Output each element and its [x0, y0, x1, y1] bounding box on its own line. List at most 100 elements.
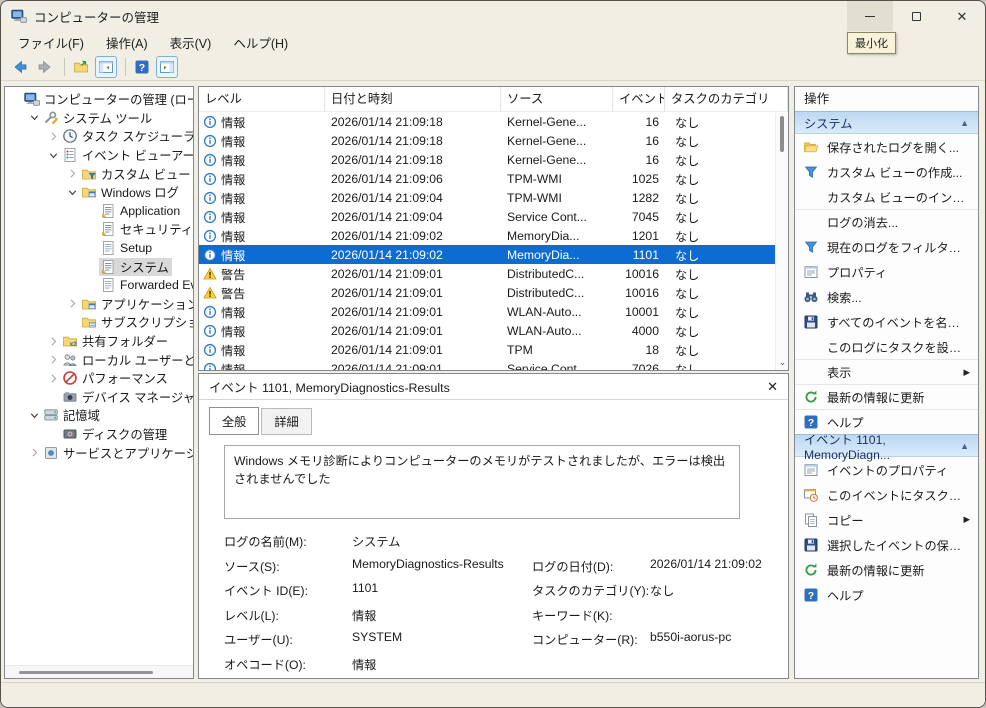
collapse-arrow-icon[interactable]: ▲: [960, 441, 969, 451]
tree-item-row[interactable]: カスタム ビュー: [80, 165, 194, 183]
maximize-button[interactable]: [893, 1, 939, 31]
tree-item[interactable]: Windows ログ: [5, 183, 193, 202]
event-row[interactable]: 情報2026/01/14 21:09:04Service Cont...7045…: [199, 207, 788, 226]
tree-item-row[interactable]: パフォーマンス: [61, 369, 171, 387]
tree-item-row[interactable]: サブスクリプション: [80, 313, 194, 331]
scrollbar-down-icon[interactable]: ⌄: [777, 357, 788, 368]
action-item[interactable]: このイベントにタスクを設定...: [795, 482, 978, 507]
action-item[interactable]: プロパティ: [795, 259, 978, 284]
event-row[interactable]: 情報2026/01/14 21:09:18Kernel-Gene...16なし: [199, 131, 788, 150]
back-icon[interactable]: [9, 56, 31, 78]
detail-close-icon[interactable]: ✕: [767, 379, 778, 395]
event-row[interactable]: 情報2026/01/14 21:09:01WLAN-Auto...10001なし: [199, 302, 788, 321]
tree-horizontal-scrollbar[interactable]: [5, 665, 193, 678]
tree-item[interactable]: 記憶域: [5, 406, 193, 425]
action-item[interactable]: すべてのイベントを名前を...: [795, 309, 978, 334]
chevron-right-icon[interactable]: [64, 166, 80, 182]
menu-item[interactable]: ヘルプ(H): [222, 30, 299, 55]
tree-item-row[interactable]: x3共有フォルダー: [61, 332, 171, 350]
tree-item-row[interactable]: システム ツール: [42, 109, 155, 127]
menu-item[interactable]: ファイル(F): [7, 30, 95, 55]
chevron-right-icon[interactable]: [64, 296, 80, 312]
export-list-icon[interactable]: [70, 56, 92, 78]
tab-general[interactable]: 全般: [209, 407, 259, 435]
tree-item[interactable]: ローカル ユーザーとグループ: [5, 350, 193, 369]
chevron-down-icon[interactable]: [64, 184, 80, 200]
tree-item-row[interactable]: 記憶域: [42, 406, 103, 424]
event-list-scrollbar[interactable]: ⌄: [775, 113, 788, 370]
action-item[interactable]: このログにタスクを設定...: [795, 334, 978, 359]
event-row[interactable]: 情報2026/01/14 21:09:01WLAN-Auto...4000なし: [199, 321, 788, 340]
tree-item[interactable]: イベント ビューアー: [5, 146, 193, 165]
tree-item[interactable]: アプリケーションとサービ: [5, 295, 193, 314]
menu-item[interactable]: 操作(A): [95, 30, 159, 55]
action-item[interactable]: 現在のログをフィルター...: [795, 234, 978, 259]
action-section-header[interactable]: システム▲: [795, 111, 978, 134]
action-section-header[interactable]: イベント 1101, MemoryDiagn...▲: [795, 434, 978, 457]
action-item[interactable]: 最新の情報に更新: [795, 384, 978, 409]
tree-item[interactable]: デバイス マネージャー: [5, 388, 193, 407]
tree-item-row[interactable]: システム: [99, 258, 172, 276]
event-row[interactable]: 情報2026/01/14 21:09:01TPM18なし: [199, 340, 788, 359]
action-item[interactable]: 選択したイベントの保存...: [795, 532, 978, 557]
tree-item-row[interactable]: ディスクの管理: [61, 425, 170, 443]
action-item[interactable]: 検索...: [795, 284, 978, 309]
column-header[interactable]: タスクのカテゴリ: [665, 87, 788, 112]
column-header[interactable]: イベント ID: [613, 87, 665, 112]
action-item[interactable]: コピー▶: [795, 507, 978, 532]
chevron-right-icon[interactable]: [45, 352, 61, 368]
tree-item-row[interactable]: デバイス マネージャー: [61, 388, 194, 406]
event-row[interactable]: 情報2026/01/14 21:09:06TPM-WMI1025なし: [199, 169, 788, 188]
collapse-arrow-icon[interactable]: ▲: [960, 118, 969, 128]
close-button[interactable]: ✕: [939, 1, 985, 31]
event-row[interactable]: 情報2026/01/14 21:09:01Service Cont...7026…: [199, 359, 788, 370]
chevron-down-icon[interactable]: [26, 110, 42, 126]
help-icon[interactable]: ?: [131, 56, 153, 78]
minimize-button[interactable]: [847, 1, 893, 31]
forward-icon[interactable]: [34, 56, 56, 78]
event-row[interactable]: 警告2026/01/14 21:09:01DistributedC...1001…: [199, 264, 788, 283]
tree-item[interactable]: パフォーマンス: [5, 369, 193, 388]
tree-item-row[interactable]: Setup: [99, 239, 155, 257]
menu-item[interactable]: 表示(V): [159, 30, 223, 55]
action-item[interactable]: ?ヘルプ: [795, 582, 978, 607]
tree-item-row[interactable]: サービスとアプリケーション: [42, 444, 194, 462]
tree-item-row[interactable]: Forwarded Event: [99, 276, 194, 294]
tree-item-row[interactable]: タスク スケジューラ: [61, 127, 194, 145]
tree-item-row[interactable]: セキュリティ: [99, 220, 194, 238]
tree-item[interactable]: システム ツール: [5, 109, 193, 128]
tree-item-row[interactable]: アプリケーションとサービ: [80, 295, 194, 313]
action-item[interactable]: カスタム ビューの作成...: [795, 159, 978, 184]
column-header[interactable]: レベル: [199, 87, 325, 112]
chevron-down-icon[interactable]: [26, 407, 42, 423]
chevron-right-icon[interactable]: [45, 128, 61, 144]
action-item[interactable]: 表示▶: [795, 359, 978, 384]
tree-item[interactable]: カスタム ビュー: [5, 164, 193, 183]
event-row[interactable]: 情報2026/01/14 21:09:18Kernel-Gene...16なし: [199, 112, 788, 131]
tree-item[interactable]: タスク スケジューラ: [5, 127, 193, 146]
scrollbar-thumb[interactable]: [19, 671, 153, 674]
tree-item-row[interactable]: Application: [99, 202, 183, 220]
tree-item[interactable]: サブスクリプション: [5, 313, 193, 332]
tree-item-row[interactable]: Windows ログ: [80, 183, 182, 201]
action-item[interactable]: 保存されたログを開く...: [795, 134, 978, 159]
show-console-tree-icon[interactable]: [95, 56, 117, 78]
tree-item[interactable]: Setup: [5, 239, 193, 258]
tree-item-row[interactable]: ローカル ユーザーとグループ: [61, 351, 194, 369]
tree-item[interactable]: サービスとアプリケーション: [5, 443, 193, 462]
action-item[interactable]: ログの消去...: [795, 209, 978, 234]
tree-item[interactable]: Application: [5, 202, 193, 221]
chevron-down-icon[interactable]: [45, 147, 61, 163]
tree-item-row[interactable]: コンピューターの管理 (ローカル): [23, 90, 194, 108]
action-item[interactable]: カスタム ビューのインポート...: [795, 184, 978, 209]
show-action-pane-icon[interactable]: [156, 56, 178, 78]
column-header[interactable]: ソース: [501, 87, 613, 112]
chevron-right-icon[interactable]: [45, 370, 61, 386]
tree-item[interactable]: x3共有フォルダー: [5, 332, 193, 351]
scrollbar-thumb[interactable]: [780, 116, 784, 152]
chevron-right-icon[interactable]: [26, 445, 42, 461]
column-header[interactable]: 日付と時刻: [325, 87, 501, 112]
event-row[interactable]: 警告2026/01/14 21:09:01DistributedC...1001…: [199, 283, 788, 302]
tree-item[interactable]: システム: [5, 257, 193, 276]
event-row[interactable]: 情報2026/01/14 21:09:02MemoryDia...1101なし: [199, 245, 788, 264]
